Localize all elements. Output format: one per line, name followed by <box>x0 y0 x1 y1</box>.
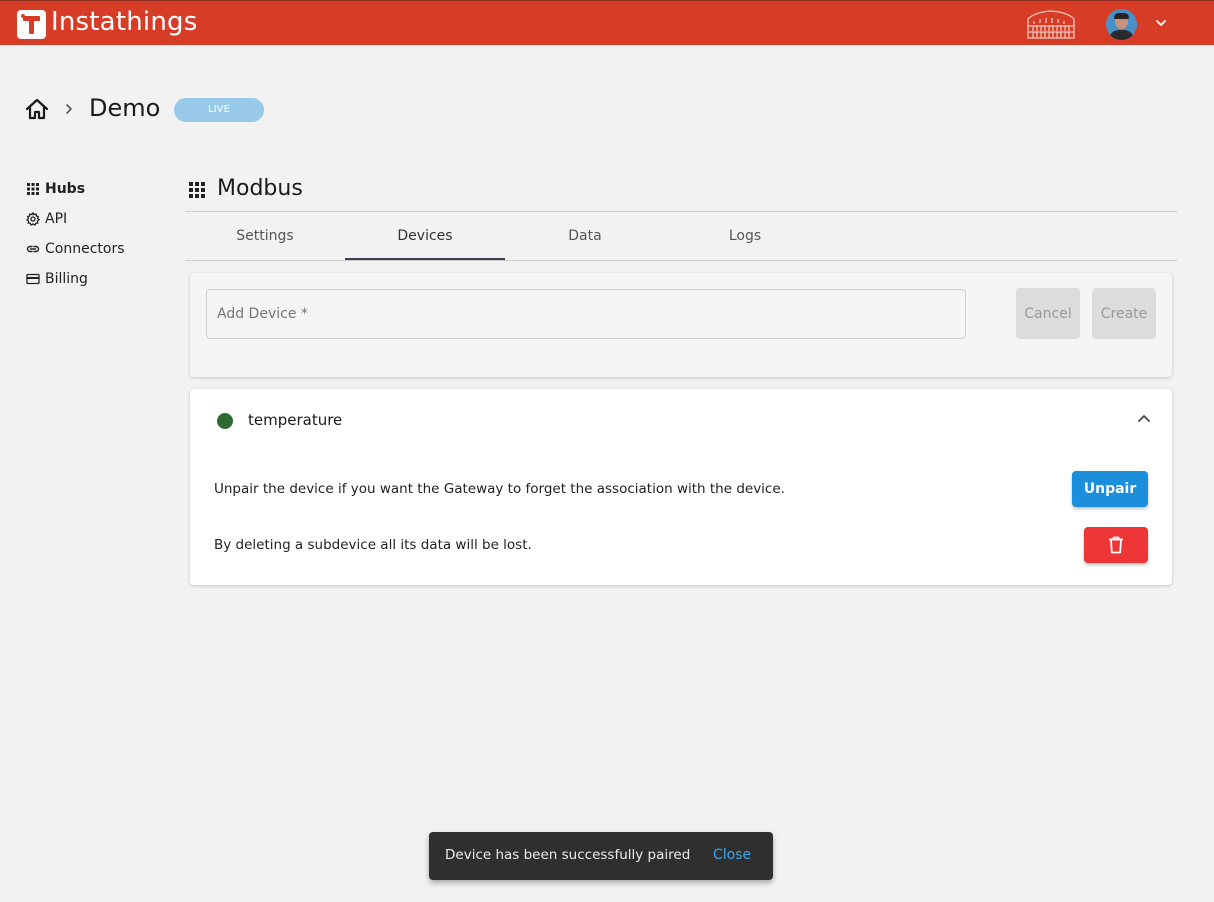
sidebar-item-api[interactable]: API <box>26 209 67 229</box>
sidebar-item-label: API <box>45 211 68 227</box>
unpair-description: Unpair the device if you want the Gatewa… <box>214 481 785 497</box>
cancel-button[interactable]: Cancel <box>1016 288 1080 339</box>
home-icon[interactable] <box>24 97 50 121</box>
tab-settings[interactable]: Settings <box>185 213 345 260</box>
add-device-input[interactable] <box>206 289 966 339</box>
snackbar-close-button[interactable]: Close <box>713 847 751 863</box>
sidebar-item-label: Hubs <box>45 181 86 197</box>
user-avatar[interactable] <box>1106 9 1137 40</box>
link-icon <box>26 245 40 253</box>
device-name[interactable]: temperature <box>248 411 342 429</box>
snackbar-message: Device has been successfully paired <box>445 847 691 863</box>
tab-devices[interactable]: Devices <box>345 213 505 260</box>
app-name[interactable]: Instathings <box>51 7 197 37</box>
sidebar-item-hubs[interactable]: Hubs <box>26 179 85 199</box>
chevron-right-icon <box>66 104 72 114</box>
unpair-button[interactable]: Unpair <box>1072 471 1148 507</box>
status-badge: LIVE <box>174 98 264 122</box>
logo-icon[interactable] <box>17 10 46 39</box>
breadcrumb-title: Demo <box>89 94 161 122</box>
grid-icon <box>27 183 39 195</box>
section-title: Modbus <box>217 176 303 201</box>
gear-icon <box>26 212 40 226</box>
sidebar-item-billing[interactable]: Billing <box>26 269 88 289</box>
delete-description: By deleting a subdevice all its data wil… <box>214 537 532 553</box>
sidebar-item-label: Billing <box>45 271 88 287</box>
chevron-up-icon[interactable] <box>1136 411 1152 427</box>
sidebar-item-label: Connectors <box>45 241 125 257</box>
grid-icon <box>189 182 205 198</box>
tab-data[interactable]: Data <box>505 213 665 260</box>
sidebar-item-connectors[interactable]: Connectors <box>26 239 125 259</box>
delete-device-button[interactable] <box>1084 527 1148 563</box>
chevron-down-icon[interactable] <box>1153 15 1169 31</box>
divider <box>185 260 1177 261</box>
device-status-indicator <box>217 413 233 429</box>
colosseum-icon <box>1027 10 1075 39</box>
top-app-bar: Instathings <box>0 0 1214 45</box>
create-button[interactable]: Create <box>1092 288 1156 339</box>
trash-icon <box>1109 536 1123 554</box>
divider <box>185 211 1177 212</box>
credit-card-icon <box>26 273 40 285</box>
tab-logs[interactable]: Logs <box>665 213 825 260</box>
